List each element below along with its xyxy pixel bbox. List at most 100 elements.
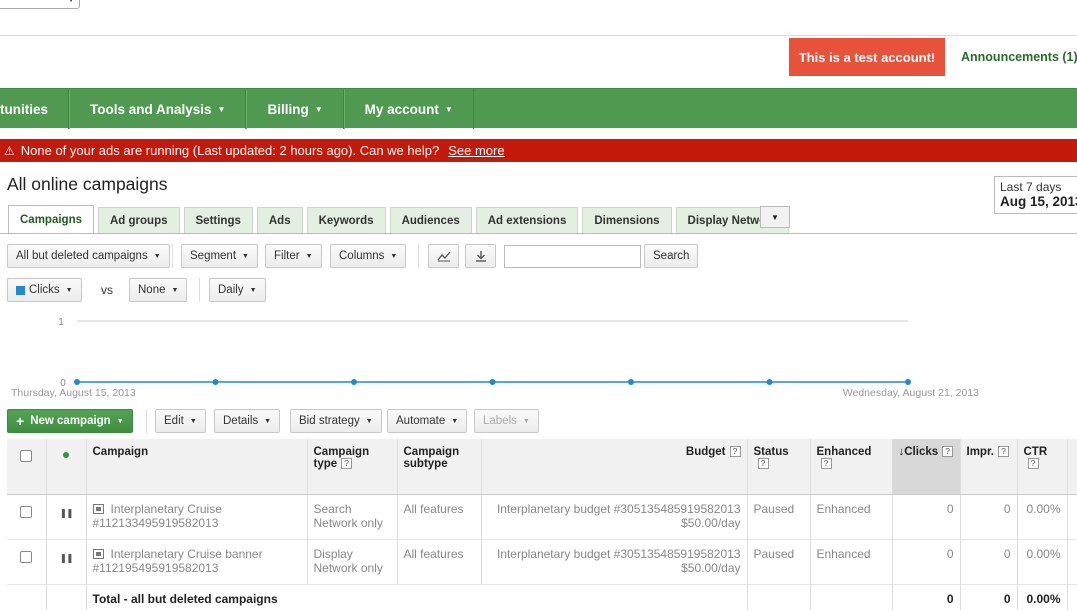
search-button[interactable]: Search <box>644 244 699 268</box>
col-overflow <box>1067 439 1077 495</box>
col-clicks[interactable]: ↓Clicks? <box>892 439 961 495</box>
chevron-down-icon: ▼ <box>444 104 453 114</box>
automate-dropdown[interactable]: Automate ▼ <box>387 409 468 433</box>
more-tabs-button[interactable]: ▼ <box>760 206 790 228</box>
labels-dropdown[interactable]: Labels ▼ <box>474 409 539 433</box>
chevron-down-icon: ▼ <box>116 417 124 425</box>
help-icon[interactable]: ? <box>341 458 353 469</box>
help-icon[interactable]: ? <box>942 446 954 457</box>
chevron-down-icon: ▼ <box>365 417 373 425</box>
status-dot-icon <box>63 452 69 458</box>
pause-icon[interactable]: ❚❚ <box>59 508 73 519</box>
tabs-divider <box>0 233 1077 234</box>
help-icon[interactable]: ? <box>820 458 832 469</box>
dropdown-label: Details <box>223 415 259 427</box>
search-input[interactable] <box>504 245 641 268</box>
tab-dimensions[interactable]: Dimensions <box>582 207 672 234</box>
search-campaign-icon <box>92 503 104 514</box>
chevron-down-icon: ▼ <box>390 252 398 260</box>
performance-chart: 1 0 Thursday, August 15, 2013 Wednesday,… <box>11 317 979 399</box>
campaign-name-link[interactable]: Interplanetary Cruise <box>111 502 222 516</box>
data-point-4[interactable] <box>489 379 496 385</box>
nav-opportunities[interactable]: tunities <box>0 89 70 129</box>
help-icon[interactable]: ? <box>757 458 769 469</box>
toggle-graph-button[interactable] <box>428 244 459 268</box>
budget-name[interactable]: Interplanetary budget #30513548591958201… <box>497 502 741 516</box>
budget-name[interactable]: Interplanetary budget #30513548591958201… <box>497 547 741 561</box>
dropdown-label: Automate <box>396 415 446 427</box>
col-label: Campaign subtype <box>403 446 460 470</box>
metric2-dropdown[interactable]: None ▼ <box>129 278 188 302</box>
data-point-5[interactable] <box>628 379 634 385</box>
row-select-cell <box>7 494 47 540</box>
announcements-link[interactable]: Announcements (1) <box>961 50 1077 64</box>
series-color-swatch <box>16 285 25 295</box>
vs-label: vs <box>101 283 113 297</box>
col-ctr[interactable]: CTR? <box>1017 439 1068 495</box>
tab-audiences[interactable]: Audiences <box>389 207 472 234</box>
nav-my-account[interactable]: My account ▼ <box>343 89 474 129</box>
col-campaign[interactable]: Campaign <box>86 439 308 495</box>
campaign-subtype-cell: All features <box>397 494 482 540</box>
tab-ad-groups[interactable]: Ad groups <box>98 207 180 234</box>
enhanced-cell: Enhanced <box>810 539 893 585</box>
help-icon[interactable]: ? <box>997 446 1009 457</box>
dropdown-label: Clicks <box>29 284 60 296</box>
col-label: Status <box>753 446 789 458</box>
row-checkbox[interactable] <box>20 505 33 518</box>
toolbar-divider <box>418 244 419 268</box>
toolbar-divider <box>146 409 147 433</box>
help-icon[interactable]: ? <box>729 446 741 457</box>
new-campaign-button[interactable]: + New campaign ▼ <box>7 409 133 433</box>
data-point-7[interactable] <box>905 379 911 385</box>
button-label: Search <box>653 250 690 262</box>
pause-icon[interactable]: ❚❚ <box>59 553 73 564</box>
col-budget[interactable]: Budget? <box>481 439 748 495</box>
tab-settings[interactable]: Settings <box>183 207 253 234</box>
campaign-name-link[interactable]: Interplanetary Cruise banner <box>111 547 263 561</box>
dropdown-label: Bid strategy <box>299 415 360 427</box>
row-status-cell: ❚❚ <box>46 494 87 540</box>
data-point-6[interactable] <box>766 379 773 385</box>
tab-ad-extensions[interactable]: Ad extensions <box>475 207 579 234</box>
account-selector[interactable]: ▼ <box>0 0 80 9</box>
col-label: CTR <box>1023 446 1048 458</box>
row-select-cell <box>7 539 47 585</box>
chevron-down-icon: ▼ <box>217 104 226 114</box>
chevron-down-icon: ▼ <box>153 252 161 260</box>
tab-ads[interactable]: Ads <box>256 207 303 234</box>
segment-dropdown[interactable]: Segment ▼ <box>181 244 258 268</box>
col-status[interactable]: Status? <box>747 439 811 495</box>
tab-campaigns[interactable]: Campaigns <box>8 205 94 234</box>
row-checkbox[interactable] <box>20 550 33 563</box>
data-point-3[interactable] <box>351 379 357 385</box>
nav-label: tunities <box>0 101 49 117</box>
col-enhanced[interactable]: Enhanced? <box>810 439 893 495</box>
col-impr[interactable]: Impr.? <box>960 439 1018 495</box>
nav-tools-and-analysis[interactable]: Tools and Analysis ▼ <box>69 89 247 129</box>
chevron-down-icon: ▼ <box>522 417 530 425</box>
data-point-2[interactable] <box>212 379 219 385</box>
campaign-id: #112133495919582013 <box>92 515 219 530</box>
tab-keywords[interactable]: Keywords <box>306 207 386 234</box>
filter-dropdown[interactable]: Filter ▼ <box>265 244 322 268</box>
campaign-scope-dropdown[interactable]: All but deleted campaigns ▼ <box>7 244 170 268</box>
col-campaign-type[interactable]: Campaign type? <box>307 439 398 495</box>
dropdown-label: Labels <box>483 415 517 427</box>
data-point-1[interactable] <box>74 379 80 385</box>
campaign-cell: Interplanetary Cruise #11213349591958201… <box>86 494 308 540</box>
nav-billing[interactable]: Billing ▼ <box>246 89 344 129</box>
columns-dropdown[interactable]: Columns ▼ <box>330 244 407 268</box>
budget-amount: $50.00/day <box>681 515 741 530</box>
col-campaign-subtype[interactable]: Campaign subtype <box>397 439 482 495</box>
download-button[interactable] <box>465 244 496 268</box>
edit-dropdown[interactable]: Edit ▼ <box>155 409 206 433</box>
date-range-picker[interactable]: Last 7 days Aug 15, 2013 <box>994 176 1077 214</box>
bid-strategy-dropdown[interactable]: Bid strategy ▼ <box>290 409 382 433</box>
metric1-dropdown[interactable]: Clicks ▼ <box>7 278 82 302</box>
interval-dropdown[interactable]: Daily ▼ <box>209 278 266 302</box>
details-dropdown[interactable]: Details ▼ <box>214 409 281 433</box>
help-icon[interactable]: ? <box>1027 458 1039 469</box>
select-all-checkbox[interactable] <box>20 450 33 462</box>
see-more-link[interactable]: See more <box>448 143 504 158</box>
